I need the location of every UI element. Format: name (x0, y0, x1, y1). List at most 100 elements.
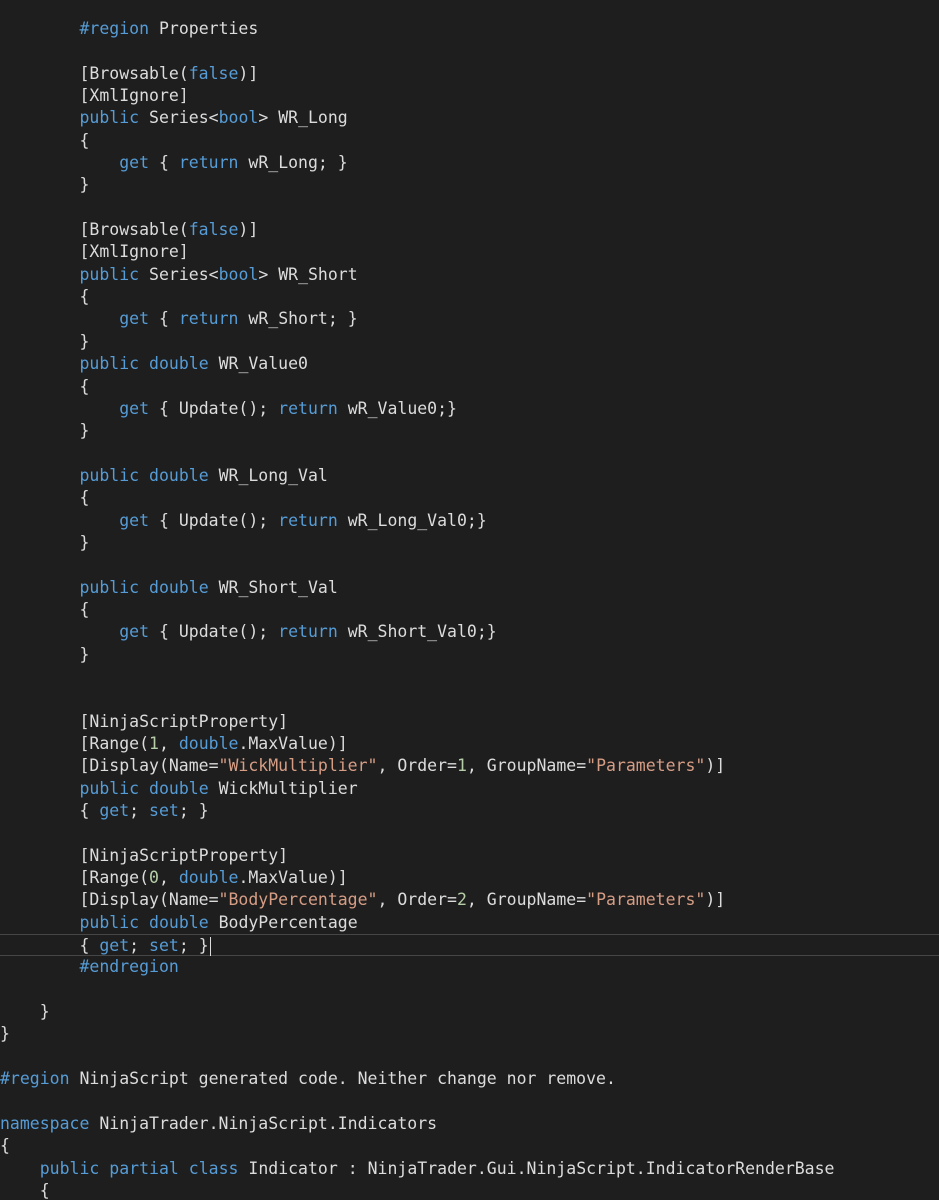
code-line[interactable]: ​ (0, 822, 939, 844)
code-line[interactable]: public double WR_Value0 (0, 353, 939, 375)
code-token: WickMultiplier (208, 778, 358, 798)
code-line[interactable]: public double WickMultiplier (0, 778, 939, 800)
code-line[interactable]: public partial class Indicator : NinjaTr… (0, 1158, 939, 1180)
code-line[interactable]: [Display(Name="BodyPercentage", Order=2,… (0, 889, 939, 911)
code-line[interactable]: { get; set; } (0, 934, 939, 957)
code-line[interactable]: get { Update(); return wR_Long_Val0;} (0, 510, 939, 532)
code-line[interactable]: } (0, 420, 939, 442)
code-line[interactable]: } (0, 331, 939, 353)
keyword-token: get (99, 936, 130, 956)
code-token: , GroupName= (466, 756, 587, 776)
code-line[interactable]: [NinjaScriptProperty] (0, 711, 939, 733)
code-line[interactable]: ​ (0, 979, 939, 1001)
code-token: )] (238, 220, 259, 240)
code-line[interactable]: ​ (0, 443, 939, 465)
code-token: } (0, 1024, 10, 1044)
code-line[interactable]: { (0, 1135, 939, 1157)
keyword-token: return (278, 398, 338, 418)
code-line[interactable]: { (0, 1180, 939, 1200)
code-line[interactable]: { get; set; } (0, 800, 939, 822)
keyword-token: #endregion (79, 957, 179, 977)
code-line[interactable]: ​ (0, 666, 939, 688)
code-token: , (158, 868, 179, 888)
code-token: [XmlIgnore] (0, 86, 189, 106)
code-token: WR_Value0 (208, 354, 308, 374)
code-line[interactable]: public Series<bool> WR_Long (0, 107, 939, 129)
code-line[interactable]: [Browsable(false)] (0, 219, 939, 241)
code-token: NinjaScript generated code. Neither chan… (69, 1069, 616, 1089)
code-line[interactable]: [Display(Name="WickMultiplier", Order=1,… (0, 755, 939, 777)
code-line[interactable]: get { return wR_Short; } (0, 308, 939, 330)
code-line[interactable]: #endregion (0, 956, 939, 978)
code-line[interactable]: public double WR_Long_Val (0, 465, 939, 487)
code-line[interactable]: [XmlIgnore] (0, 241, 939, 263)
code-token: { Update(); (149, 398, 279, 418)
code-line[interactable]: namespace NinjaTrader.NinjaScript.Indica… (0, 1113, 939, 1135)
code-token: [Display(Name= (0, 890, 219, 910)
code-line[interactable]: ​ (0, 554, 939, 576)
code-token: { (0, 488, 90, 508)
code-lines[interactable]: #region Properties​ [Browsable(false)] [… (0, 18, 939, 1200)
code-token: , Order= (377, 890, 457, 910)
keyword-token: public (39, 1158, 100, 1178)
code-line[interactable]: #region Properties (0, 18, 939, 40)
code-token: } (0, 1002, 50, 1022)
code-token: { (149, 309, 179, 329)
code-line[interactable]: { (0, 376, 939, 398)
code-editor[interactable]: #region Properties​ [Browsable(false)] [… (0, 0, 939, 1200)
keyword-token: get (119, 398, 150, 418)
number-token: 1 (149, 734, 159, 753)
code-line[interactable]: [XmlIgnore] (0, 85, 939, 107)
code-line[interactable]: ​ (0, 1091, 939, 1113)
keyword-token: public (79, 465, 140, 485)
code-line[interactable]: { (0, 286, 939, 308)
code-token: { (0, 801, 100, 821)
keyword-token: set (149, 936, 179, 956)
code-line[interactable]: [Browsable(false)] (0, 63, 939, 85)
code-token: Series< (139, 108, 219, 128)
code-line[interactable]: ​ (0, 1046, 939, 1068)
code-token: wR_Long; } (238, 153, 348, 173)
code-line[interactable]: { (0, 599, 939, 621)
code-token: > WR_Short (258, 264, 358, 284)
code-line[interactable]: ​ (0, 197, 939, 219)
code-line[interactable]: [NinjaScriptProperty] (0, 845, 939, 867)
code-line[interactable]: get { return wR_Long; } (0, 152, 939, 174)
code-token: } (0, 175, 90, 195)
code-token: , (158, 734, 179, 753)
code-line[interactable]: ​ (0, 688, 939, 710)
code-token: { (0, 1180, 50, 1200)
code-line[interactable]: } (0, 1023, 939, 1045)
code-line[interactable]: ​ (0, 40, 939, 62)
number-token: 2 (456, 890, 467, 910)
code-token: { (0, 936, 100, 956)
string-token: "BodyPercentage" (218, 890, 378, 910)
code-line[interactable]: public double WR_Short_Val (0, 577, 939, 599)
code-line[interactable]: } (0, 532, 939, 554)
keyword-token: double (178, 868, 239, 888)
code-line[interactable]: [Range(0, double.MaxValue)] (0, 867, 939, 889)
keyword-token: false (188, 63, 239, 83)
code-line[interactable]: } (0, 1001, 939, 1023)
code-line[interactable]: public Series<bool> WR_Short (0, 264, 939, 286)
code-line[interactable]: { (0, 130, 939, 152)
code-line[interactable]: #region NinjaScript generated code. Neit… (0, 1068, 939, 1090)
code-line[interactable]: { (0, 487, 939, 509)
string-token: "WickMultiplier" (218, 756, 378, 776)
code-line[interactable]: } (0, 174, 939, 196)
code-line[interactable]: get { Update(); return wR_Value0;} (0, 398, 939, 420)
code-line[interactable]: get { Update(); return wR_Short_Val0;} (0, 621, 939, 643)
code-line[interactable]: } (0, 644, 939, 666)
code-line[interactable]: public double BodyPercentage (0, 912, 939, 934)
keyword-token: bool (218, 108, 259, 128)
code-line[interactable]: [Range(1, double.MaxValue)] (0, 733, 939, 755)
